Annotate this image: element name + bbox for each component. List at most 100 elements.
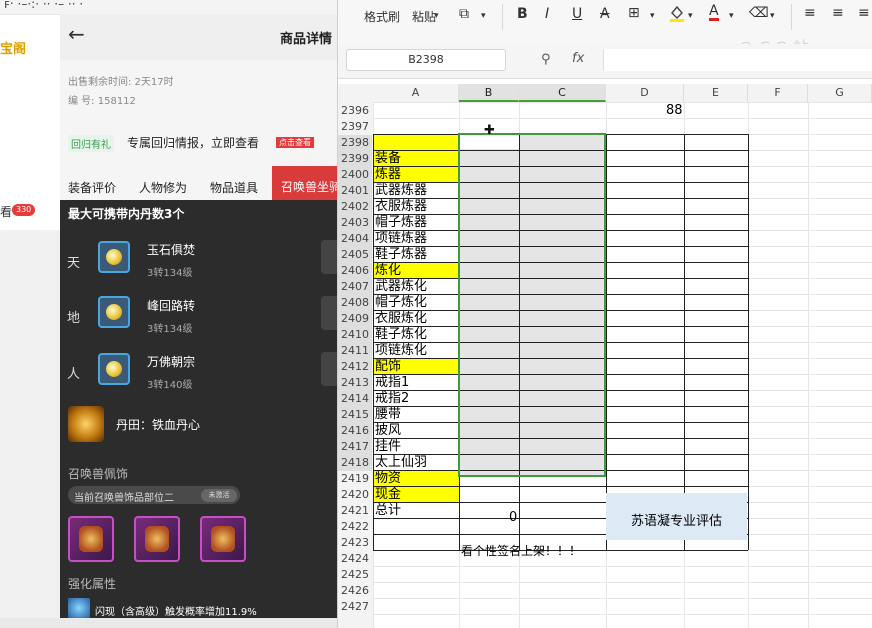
column-header-b[interactable]: B (459, 84, 519, 102)
row-header[interactable]: 2415 (338, 407, 372, 423)
row-header[interactable]: 2424 (338, 551, 372, 567)
row-header[interactable]: 2425 (338, 567, 372, 583)
strikethrough-button[interactable]: A (600, 6, 610, 22)
column-header-f[interactable]: F (748, 84, 808, 102)
align-right-icon[interactable]: ≡ (858, 5, 870, 21)
row-header[interactable]: 2409 (338, 311, 372, 327)
neidan-orb-icon[interactable] (98, 296, 130, 328)
row-header[interactable]: 2414 (338, 391, 372, 407)
row-header[interactable]: 2418 (338, 455, 372, 471)
zoom-search-icon[interactable]: ⚲ (541, 52, 551, 67)
row-header[interactable]: 2403 (338, 215, 372, 231)
row-header[interactable]: 2417 (338, 439, 372, 455)
cell-a[interactable]: 衣服炼器 (375, 199, 427, 215)
format-painter-button[interactable]: 格式刷 (364, 8, 400, 25)
row-header[interactable]: 2408 (338, 295, 372, 311)
cell-a[interactable]: 项链炼化 (375, 343, 427, 359)
row-header[interactable]: 2421 (338, 503, 372, 519)
font-color-button[interactable]: A (709, 4, 719, 21)
tab-equipment-eval[interactable]: 装备评价 (68, 179, 116, 196)
side-handle[interactable] (321, 296, 337, 330)
paste-button[interactable]: 粘贴 (412, 8, 436, 25)
cell-a[interactable]: 鞋子炼化 (375, 327, 427, 343)
row-header[interactable]: 2402 (338, 199, 372, 215)
side-handle[interactable] (321, 240, 337, 274)
row-header[interactable]: 2407 (338, 279, 372, 295)
row-header[interactable]: 2416 (338, 423, 372, 439)
tab-items[interactable]: 物品道具 (210, 179, 258, 196)
border-icon[interactable]: ⊞ (628, 5, 640, 21)
row-header[interactable]: 2412 (338, 359, 372, 375)
site-logo[interactable]: 宝阁 (0, 38, 30, 57)
ornament-status-button[interactable]: 未激活 (201, 489, 237, 502)
check-badge[interactable]: 点击查看 (276, 137, 314, 148)
row-header[interactable]: 2404 (338, 231, 372, 247)
return-info-link[interactable]: 专属回归情报，立即查看 (127, 134, 259, 151)
ornament-item-icon[interactable] (134, 516, 180, 562)
underline-button[interactable]: U (572, 6, 582, 22)
cell-a[interactable]: 鞋子炼器 (375, 247, 427, 263)
eraser-icon[interactable]: ⌫ (749, 5, 769, 21)
chevron-down-icon[interactable]: ▾ (729, 11, 734, 21)
cell-b2421[interactable]: 0 (509, 510, 517, 526)
row-header[interactable]: 2398 (338, 135, 372, 151)
cell-a[interactable]: 挂件 (375, 439, 401, 455)
cell-a[interactable]: 披风 (375, 423, 401, 439)
cell-a[interactable]: 武器炼器 (375, 183, 427, 199)
tab-pets[interactable]: 召唤兽坐骑 (272, 166, 341, 200)
neidan-orb-icon[interactable] (98, 241, 130, 273)
row-header[interactable]: 2423 (338, 535, 372, 551)
cell-a[interactable]: 戒指2 (375, 391, 409, 407)
chevron-down-icon[interactable]: ▾ (434, 11, 439, 21)
align-left-icon[interactable]: ≡ (804, 5, 816, 21)
chevron-down-icon[interactable]: ▾ (481, 11, 486, 21)
row-header[interactable]: 2413 (338, 375, 372, 391)
row-header[interactable]: 2400 (338, 167, 372, 183)
cell-a[interactable]: 项链炼器 (375, 231, 427, 247)
cell-a[interactable]: 装备 (375, 151, 401, 167)
back-arrow-icon[interactable]: ← (68, 22, 85, 46)
cell-a[interactable]: 帽子炼化 (375, 295, 427, 311)
column-header-e[interactable]: E (684, 84, 748, 102)
column-header-d[interactable]: D (606, 84, 684, 102)
function-icon[interactable]: fx (572, 51, 584, 66)
cell-a[interactable]: 帽子炼器 (375, 215, 427, 231)
column-header-g[interactable]: G (808, 84, 872, 102)
chevron-down-icon[interactable]: ▾ (688, 11, 693, 21)
copy-icon[interactable]: ⧉ (459, 6, 469, 22)
side-handle[interactable] (321, 352, 337, 386)
tab-character[interactable]: 人物修为 (139, 179, 187, 196)
cell-a[interactable]: 物资 (375, 471, 401, 487)
cell-d2396[interactable]: 88 (666, 103, 683, 118)
row-header[interactable]: 2419 (338, 471, 372, 487)
cell-a[interactable]: 腰带 (375, 407, 401, 423)
cell-a[interactable]: 现金 (375, 487, 401, 503)
column-header-a[interactable]: A (373, 84, 459, 102)
column-header-c[interactable]: C (519, 84, 606, 102)
row-header[interactable]: 2405 (338, 247, 372, 263)
align-center-icon[interactable]: ≡ (832, 5, 844, 21)
row-header[interactable]: 2427 (338, 599, 372, 615)
italic-button[interactable]: I (545, 6, 549, 22)
fill-color-icon[interactable] (669, 4, 685, 22)
cell-a[interactable]: 衣服炼化 (375, 311, 427, 327)
neidan-orb-icon[interactable] (98, 353, 130, 385)
row-header[interactable]: 2397 (338, 119, 372, 135)
ornament-item-icon[interactable] (200, 516, 246, 562)
ornament-item-icon[interactable] (68, 516, 114, 562)
cell-a[interactable]: 戒指1 (375, 375, 409, 391)
row-header[interactable]: 2401 (338, 183, 372, 199)
row-header[interactable]: 2422 (338, 519, 372, 535)
name-box[interactable]: B2398 (346, 49, 506, 71)
cell-a[interactable]: 总计 (375, 503, 401, 519)
dantian-icon[interactable] (68, 406, 104, 442)
cell-a[interactable]: 配饰 (375, 359, 401, 375)
row-header[interactable]: 2420 (338, 487, 372, 503)
row-header[interactable]: 2411 (338, 343, 372, 359)
cell-a[interactable]: 炼化 (375, 263, 401, 279)
formula-input[interactable] (603, 49, 872, 71)
row-header[interactable]: 2396 (338, 103, 372, 119)
bold-button[interactable]: B (517, 6, 528, 22)
cell-a[interactable]: 武器炼化 (375, 279, 427, 295)
row-header[interactable]: 2406 (338, 263, 372, 279)
